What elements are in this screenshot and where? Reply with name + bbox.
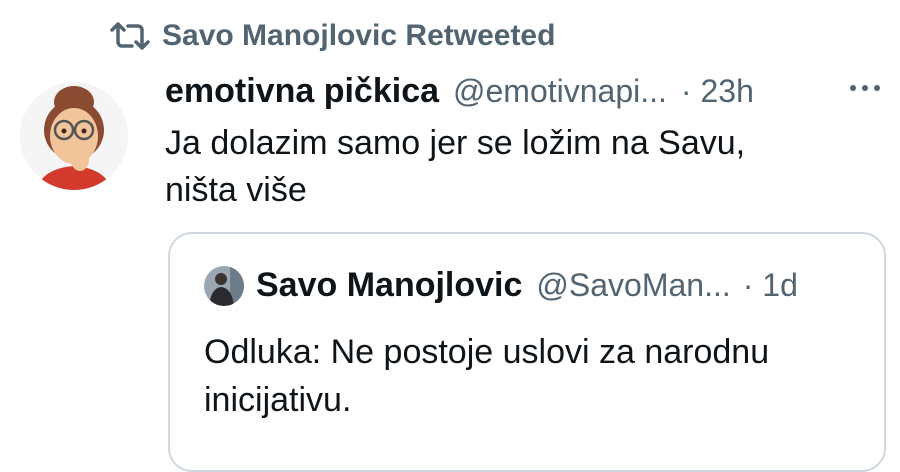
tweet-text-line: ništa više bbox=[165, 171, 307, 209]
author-handle[interactable]: @emotivnapi... bbox=[453, 73, 667, 110]
tweet-text: Ja dolazim samo jer se ložim na Savu, ni… bbox=[165, 120, 865, 214]
tweet-header: emotivna pičkica @emotivnapi... · 23h bbox=[165, 68, 754, 114]
profile-photo-avatar bbox=[204, 266, 244, 306]
quoted-author-handle[interactable]: @SavoMan... bbox=[536, 267, 730, 304]
user-avatar[interactable] bbox=[20, 72, 128, 200]
quoted-tweet-card[interactable]: Savo Manojlovic @SavoMan... · 1d Odluka:… bbox=[168, 232, 886, 472]
quoted-text-line: inicijativu. bbox=[204, 381, 352, 419]
author-name[interactable]: emotivna pičkica bbox=[165, 72, 439, 111]
quoted-tweet-time: · 1d bbox=[742, 266, 798, 303]
tweet-text-line: Ja dolazim samo jer se ložim na Savu, bbox=[165, 124, 746, 162]
tweet-time[interactable]: · 23h bbox=[681, 73, 754, 110]
quoted-author-name[interactable]: Savo Manojlovic bbox=[256, 266, 522, 305]
retweet-icon bbox=[110, 22, 150, 50]
retweet-label: Savo Manojlovic Retweeted bbox=[162, 19, 556, 52]
quoted-text-line: Odluka: Ne postoje uslovi za narodnu bbox=[204, 333, 770, 371]
retweet-context[interactable]: Savo Manojlovic Retweeted bbox=[108, 18, 555, 54]
quoted-tweet-text: Odluka: Ne postoje uslovi za narodnu ini… bbox=[204, 328, 864, 424]
more-icon[interactable] bbox=[845, 78, 885, 98]
quoted-tweet-header: Savo Manojlovic @SavoMan... · 1d bbox=[256, 262, 798, 308]
